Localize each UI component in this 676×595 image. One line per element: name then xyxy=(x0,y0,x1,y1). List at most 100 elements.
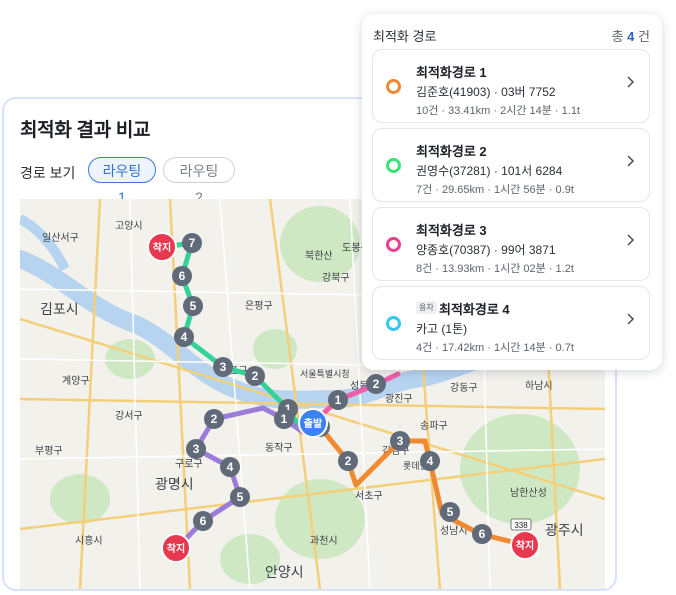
stop-marker-orange-3[interactable]: 3 xyxy=(390,431,410,451)
total-count: 4 xyxy=(627,29,635,44)
svg-text:4: 4 xyxy=(181,330,188,344)
route-item-title: 최적화경로 2 xyxy=(416,144,487,159)
map-label-seocho: 서초구 xyxy=(355,490,383,502)
chevron-right-icon[interactable] xyxy=(625,312,635,326)
stop-marker-purple-3[interactable]: 3 xyxy=(186,439,206,459)
svg-text:6: 6 xyxy=(200,514,207,528)
map-label-gangseo: 강서구 xyxy=(115,410,143,422)
map-label-ilsan: 일산서구 xyxy=(42,232,79,244)
end-marker-green[interactable]: 착지 xyxy=(147,232,177,262)
svg-text:3: 3 xyxy=(193,442,200,456)
map-label-gimpo: 김포시 xyxy=(40,301,79,317)
card-title: 최적화 결과 비교 xyxy=(20,120,151,141)
map-label-seoul-station: 서울특별시청 xyxy=(300,369,350,379)
start-marker-label: 출발 xyxy=(304,417,323,430)
svg-text:6: 6 xyxy=(179,269,186,283)
map-label-bupyeong: 부평구 xyxy=(35,445,63,457)
route-item-driver: 김준호(41903) · 03버 7752 xyxy=(416,85,556,99)
stop-marker-orange-2[interactable]: 2 xyxy=(338,451,358,471)
route-item-title: 최적화경로 3 xyxy=(416,223,487,238)
map-label-gwangjin: 광진구 xyxy=(385,393,413,405)
svg-text:5: 5 xyxy=(190,299,197,313)
hired-vehicle-badge: 용차 xyxy=(416,301,437,314)
stop-marker-green-2[interactable]: 2 xyxy=(245,366,265,386)
route-item-4[interactable]: 용차 최적화경로 4 카고 (1톤) 4건 · 17.42km · 1시간 14… xyxy=(372,286,650,360)
svg-text:1: 1 xyxy=(335,393,342,407)
tab-routing-2[interactable]: 라우팅2 xyxy=(163,157,235,205)
stop-marker-orange-6[interactable]: 6 xyxy=(472,524,492,544)
route-item-title: 최적화경로 4 xyxy=(439,302,510,317)
total-prefix: 총 xyxy=(611,29,624,44)
route-item-1[interactable]: 최적화경로 1 김준호(41903) · 03버 7752 10건 · 33.4… xyxy=(372,49,650,123)
stop-marker-purple-6[interactable]: 6 xyxy=(193,511,213,531)
map-label-gwangju: 광주시 xyxy=(545,522,584,538)
route-item-3[interactable]: 최적화경로 3 양종호(70387) · 99어 3871 8건 · 13.93… xyxy=(372,207,650,281)
highway-shield-label: 338 xyxy=(514,521,528,530)
map-label-gwangmyeong: 광명시 xyxy=(155,476,194,492)
stop-marker-purple-1[interactable]: 1 xyxy=(274,409,294,429)
stop-marker-pink-2[interactable]: 2 xyxy=(366,374,386,394)
route-color-dot xyxy=(386,79,401,94)
route-view-label: 경로 보기 xyxy=(20,165,76,181)
map-label-anyang: 안양시 xyxy=(265,564,304,580)
stop-marker-green-6[interactable]: 6 xyxy=(172,266,192,286)
chevron-right-icon[interactable] xyxy=(625,233,635,247)
route-color-dot xyxy=(386,237,401,252)
stop-marker-pink-1[interactable]: 1 xyxy=(328,390,348,410)
map-label-bukhansan: 북한산 xyxy=(305,250,333,262)
stop-marker-purple-2[interactable]: 2 xyxy=(204,409,224,429)
map-label-dongjak: 동작구 xyxy=(265,442,293,454)
route-item-driver: 양종호(70387) · 99어 3871 xyxy=(416,243,556,257)
map-label-namhansanseong: 남한산성 xyxy=(510,487,547,499)
svg-text:6: 6 xyxy=(479,527,486,541)
svg-text:2: 2 xyxy=(252,369,259,383)
route-item-stats: 8건 · 13.93km · 1시간 02분 · 1.2t xyxy=(416,263,574,275)
route-item-driver: 권영수(37281) · 101서 6284 xyxy=(416,164,563,178)
stop-marker-orange-4[interactable]: 4 xyxy=(420,451,440,471)
panel-title: 최적화 경로 xyxy=(373,29,437,44)
end-marker-label: 착지 xyxy=(153,241,171,254)
stop-marker-green-3[interactable]: 3 xyxy=(213,357,233,377)
map-label-hanam: 하남시 xyxy=(525,379,553,392)
route-item-driver: 카고 (1톤) xyxy=(416,322,468,336)
route-item-title: 최적화경로 1 xyxy=(416,65,487,80)
start-marker[interactable]: 출발 xyxy=(298,408,328,438)
end-marker-purple[interactable]: 착지 xyxy=(161,533,191,563)
map-label-siheung: 시흥시 xyxy=(75,534,103,547)
svg-text:4: 4 xyxy=(427,454,434,468)
map-label-goyang: 고양시 xyxy=(115,220,143,232)
stop-marker-green-7[interactable]: 7 xyxy=(182,233,202,253)
svg-text:2: 2 xyxy=(373,377,380,391)
route-item-stats: 7건 · 29.65km · 1시간 56분 · 0.9t xyxy=(416,184,574,196)
svg-text:2: 2 xyxy=(345,454,352,468)
svg-text:4: 4 xyxy=(227,460,234,474)
svg-text:3: 3 xyxy=(397,434,404,448)
end-marker-label: 착지 xyxy=(167,542,185,555)
highway-shield-338: 338 xyxy=(510,518,532,531)
route-color-dot xyxy=(386,158,401,173)
svg-text:2: 2 xyxy=(211,412,218,426)
tab-routing-1[interactable]: 라우팅1 xyxy=(88,157,156,205)
chevron-right-icon[interactable] xyxy=(625,75,635,89)
stop-marker-purple-4[interactable]: 4 xyxy=(220,457,240,477)
svg-text:3: 3 xyxy=(220,360,227,374)
panel-total-count: 총 4 건 xyxy=(612,26,650,45)
map-label-gangbuk: 강북구 xyxy=(322,272,350,284)
svg-text:1: 1 xyxy=(281,412,288,426)
svg-text:5: 5 xyxy=(447,505,454,519)
end-marker-label: 착지 xyxy=(516,539,534,552)
route-item-2[interactable]: 최적화경로 2 권영수(37281) · 101서 6284 7건 · 29.6… xyxy=(372,128,650,202)
stop-marker-orange-5[interactable]: 5 xyxy=(440,502,460,522)
stop-marker-purple-5[interactable]: 5 xyxy=(230,487,250,507)
svg-text:5: 5 xyxy=(237,490,244,504)
stop-marker-green-5[interactable]: 5 xyxy=(183,296,203,316)
optimized-routes-panel: 최적화 경로 총 4 건 최적화경로 1 김준호(41903) · 03버 77… xyxy=(362,14,662,370)
map-label-eunpyeong: 은평구 xyxy=(245,300,273,312)
end-marker-orange[interactable]: 착지 xyxy=(510,530,540,560)
route-item-stats: 10건 · 33.41km · 2시간 14분 · 1.1t xyxy=(416,105,580,117)
map-label-gyeyang: 계양구 xyxy=(62,375,90,387)
stop-marker-green-4[interactable]: 4 xyxy=(174,327,194,347)
chevron-right-icon[interactable] xyxy=(625,154,635,168)
map-label-guro: 구로구 xyxy=(175,459,203,470)
map-label-gwacheon: 과천시 xyxy=(310,535,338,547)
